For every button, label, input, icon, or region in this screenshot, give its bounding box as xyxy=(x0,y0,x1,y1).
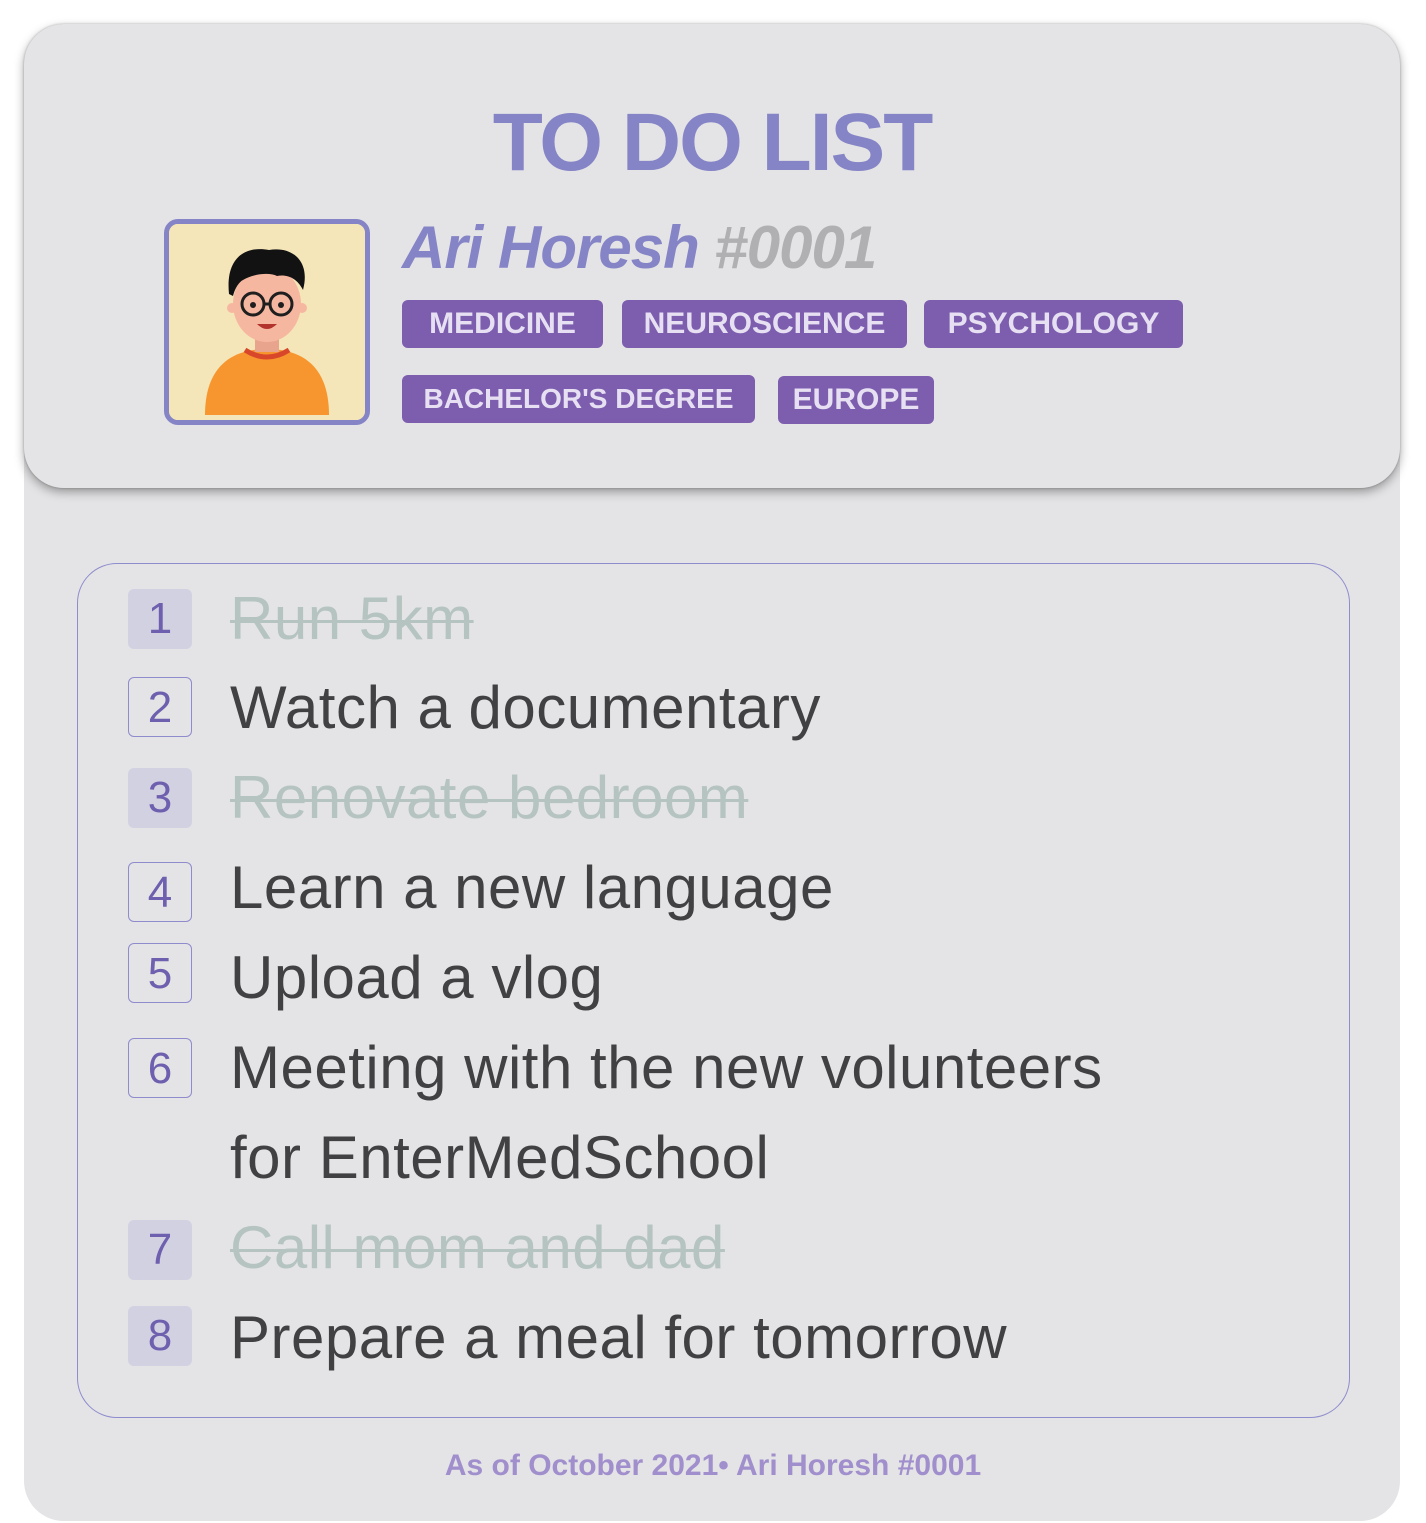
todo-item-2[interactable]: Watch a documentary xyxy=(230,663,821,753)
todo-number-6[interactable]: 6 xyxy=(128,1038,192,1098)
todo-number-8[interactable]: 8 xyxy=(128,1306,192,1366)
todo-number-3[interactable]: 3 xyxy=(128,768,192,828)
tag-europe: EUROPE xyxy=(778,376,934,424)
todo-item-3[interactable]: Renovate bedroom xyxy=(230,753,748,843)
todo-item-6[interactable]: Meeting with the new volunteers xyxy=(230,1023,1103,1113)
profile-id: #0001 xyxy=(714,214,877,281)
profile-name: Ari Horesh xyxy=(402,214,700,281)
page-title: TO DO LIST xyxy=(492,97,934,188)
footer-caption: As of October 2021• Ari Horesh #0001 xyxy=(444,1449,982,1482)
tag-bachelors-degree: BACHELOR'S DEGREE xyxy=(402,375,755,423)
tag-neuroscience: NEUROSCIENCE xyxy=(622,300,907,348)
todo-number-2[interactable]: 2 xyxy=(128,677,192,737)
todo-number-1[interactable]: 1 xyxy=(128,589,192,649)
todo-number-7[interactable]: 7 xyxy=(128,1220,192,1280)
todo-item-8[interactable]: Prepare a meal for tomorrow xyxy=(230,1293,1007,1383)
tag-psychology: PSYCHOLOGY xyxy=(924,300,1183,348)
todo-number-4[interactable]: 4 xyxy=(128,862,192,922)
tag-medicine: MEDICINE xyxy=(402,300,603,348)
avatar xyxy=(164,219,370,425)
todo-number-5[interactable]: 5 xyxy=(128,943,192,1003)
profile-name-line: Ari Horesh #0001 xyxy=(402,218,877,278)
todo-item-4[interactable]: Learn a new language xyxy=(230,843,834,933)
todo-item-6-continued[interactable]: for EnterMedSchool xyxy=(230,1113,769,1203)
todo-item-1[interactable]: Run 5km xyxy=(230,574,474,664)
person-avatar-icon xyxy=(169,224,365,420)
todo-item-5[interactable]: Upload a vlog xyxy=(230,933,603,1023)
todo-item-7[interactable]: Call mom and dad xyxy=(230,1203,725,1293)
